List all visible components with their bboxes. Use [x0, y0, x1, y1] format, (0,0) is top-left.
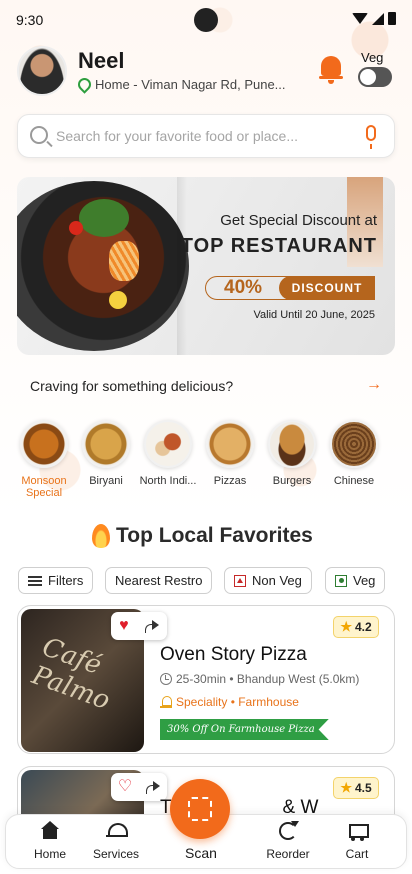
search-icon: [30, 126, 48, 144]
promo-banner[interactable]: Get Special Discount at TOP RESTAURANT 4…: [17, 177, 395, 355]
category-chinese[interactable]: Chinese: [323, 420, 385, 487]
heart-outline-icon[interactable]: ♡: [118, 779, 132, 795]
home-icon: [41, 821, 59, 843]
discount-percent: 40%: [224, 277, 263, 298]
category-label: Pizzas: [213, 475, 247, 487]
location-pin-icon: [75, 75, 94, 94]
arrow-right-icon[interactable]: →: [366, 376, 382, 394]
category-label: Biryani: [89, 475, 123, 487]
user-name: Neel: [78, 48, 125, 73]
nav-services-label: Services: [92, 847, 139, 861]
nearest-label: Nearest Restro: [115, 573, 203, 588]
category-label: Burgers: [272, 475, 312, 487]
status-time: 9:30: [16, 12, 44, 28]
veg-mark-icon: [335, 574, 347, 587]
rating-badge: ★ 4.2: [333, 616, 379, 638]
category-image: [144, 420, 192, 468]
scan-icon: [188, 797, 212, 821]
category-north-indian[interactable]: North Indi...: [137, 420, 199, 487]
category-monsoon-special[interactable]: Monsoon Special: [13, 420, 75, 499]
section-title: Top Local Favorites: [92, 524, 313, 548]
category-image: [330, 420, 378, 468]
rating-value: 4.5: [354, 781, 372, 795]
discount-pill: 40% DISCOUNT: [205, 276, 375, 300]
banner-valid-until: Valid Until 20 June, 2025: [253, 309, 376, 321]
category-pizzas[interactable]: Pizzas: [199, 420, 261, 487]
offer-tag: 30% Off On Farmhouse Pizza: [160, 719, 329, 740]
category-label: North Indi...: [139, 475, 197, 487]
rating-value: 4.2: [354, 620, 372, 634]
category-image: [82, 420, 130, 468]
veg-toggle-label: Veg: [361, 50, 384, 65]
nearest-restro-chip[interactable]: Nearest Restro: [105, 567, 213, 594]
nav-home[interactable]: Home: [18, 821, 82, 861]
category-image: [206, 420, 254, 468]
craving-heading: Craving for something delicious?: [30, 378, 234, 394]
battery-icon: [388, 12, 396, 25]
nav-reorder-label: Reorder: [266, 847, 310, 861]
cart-icon: [346, 821, 369, 843]
banner-subtitle: Get Special Discount at: [220, 212, 377, 229]
avatar[interactable]: [17, 46, 67, 96]
speciality-text: Speciality • Farmhouse: [176, 695, 299, 709]
veg-chip-label: Veg: [353, 573, 376, 588]
nonveg-label: Non Veg: [252, 573, 302, 588]
filters-chip[interactable]: Filters: [18, 567, 94, 594]
scan-button[interactable]: [170, 779, 230, 839]
category-image: [20, 420, 68, 468]
chef-icon: [160, 696, 172, 708]
restaurant-meta: 25-30min • Bhandup West (5.0km): [160, 672, 359, 686]
veg-chip[interactable]: Veg: [325, 567, 386, 594]
banner-title: TOP RESTAURANT: [180, 235, 377, 257]
fire-icon: [92, 524, 110, 548]
restaurant-name: Oven Story Pizza: [160, 644, 307, 665]
nav-cart[interactable]: Cart: [325, 821, 389, 861]
heart-filled-icon[interactable]: ♥: [119, 618, 129, 634]
star-icon: ★: [340, 619, 352, 634]
category-label: Chinese: [333, 475, 375, 487]
sliders-icon: [28, 575, 42, 586]
status-icons: [352, 12, 396, 25]
location-selector[interactable]: Home - Viman Nagar Rd, Pune...: [75, 75, 286, 94]
rating-badge: ★ 4.5: [333, 777, 379, 799]
category-image: [268, 420, 316, 468]
discount-label: DISCOUNT: [279, 276, 375, 300]
star-icon: ★: [340, 780, 352, 795]
nonveg-chip[interactable]: Non Veg: [224, 567, 312, 594]
toggle-knob: [360, 69, 376, 85]
search-input[interactable]: [56, 123, 346, 149]
nonveg-mark-icon: [234, 574, 246, 587]
card-actions: ♥: [111, 612, 167, 640]
card-actions: ♡: [111, 773, 167, 801]
nav-scan-label: Scan: [185, 845, 217, 861]
share-icon[interactable]: [144, 620, 159, 633]
category-label: Monsoon Special: [21, 475, 67, 499]
veg-toggle[interactable]: [358, 67, 392, 87]
food-plate-image: [17, 181, 189, 351]
microphone-icon[interactable]: [366, 125, 376, 149]
restaurant-card[interactable]: Café Palmo ♥ ★ 4.2 Oven Story Pizza 25-3…: [17, 605, 395, 754]
nav-reorder[interactable]: Reorder: [256, 821, 320, 861]
restaurant-speciality: Speciality • Farmhouse: [160, 695, 299, 709]
category-burgers[interactable]: Burgers: [261, 420, 323, 487]
restaurant-time-distance: 25-30min • Bhandup West (5.0km): [176, 672, 360, 686]
clock-icon: [160, 673, 172, 685]
restaurant-sign-text: Café Palmo: [28, 632, 114, 717]
nav-home-label: Home: [33, 847, 66, 861]
cloche-icon: [106, 821, 128, 843]
location-text: Home - Viman Nagar Rd, Pune...: [95, 77, 286, 92]
status-bar: 9:30: [0, 0, 412, 40]
share-icon[interactable]: [146, 781, 161, 794]
nav-services[interactable]: Services: [84, 821, 148, 861]
nav-cart-label: Cart: [345, 847, 369, 861]
reorder-icon: [278, 821, 299, 843]
category-biryani[interactable]: Biryani: [75, 420, 137, 487]
camera-cutout: [194, 8, 218, 32]
filters-label: Filters: [48, 573, 84, 588]
wifi-icon: [352, 13, 368, 24]
section-title-text: Top Local Favorites: [116, 524, 313, 547]
search-bar: [17, 114, 395, 158]
notification-bell-icon[interactable]: [319, 56, 343, 84]
signal-icon: [372, 12, 384, 25]
